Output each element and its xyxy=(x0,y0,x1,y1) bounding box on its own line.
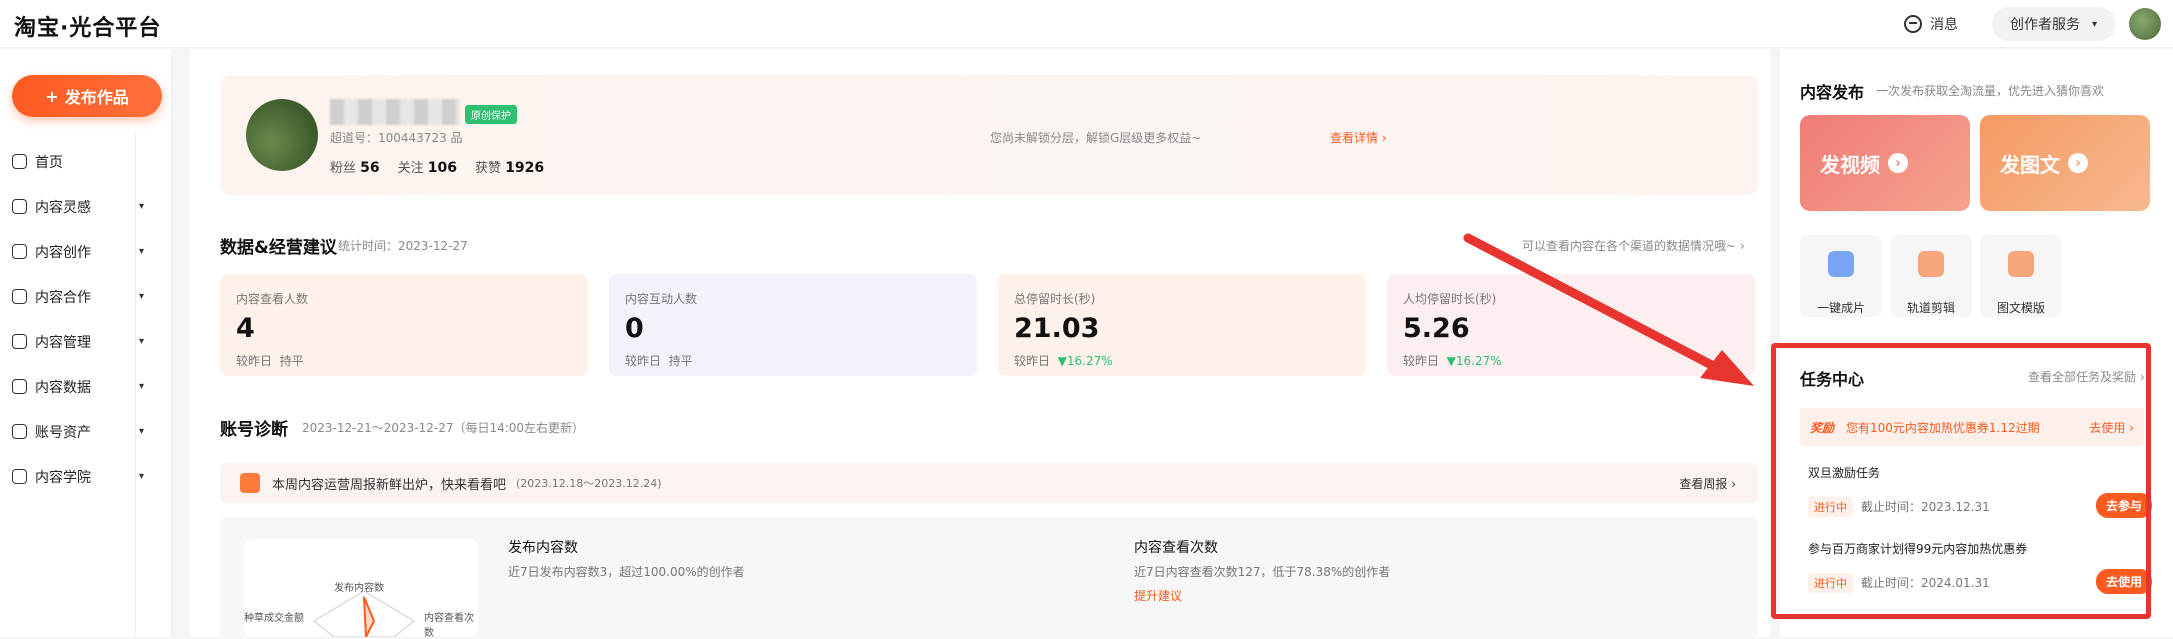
annotation-arrow xyxy=(1463,233,1754,386)
